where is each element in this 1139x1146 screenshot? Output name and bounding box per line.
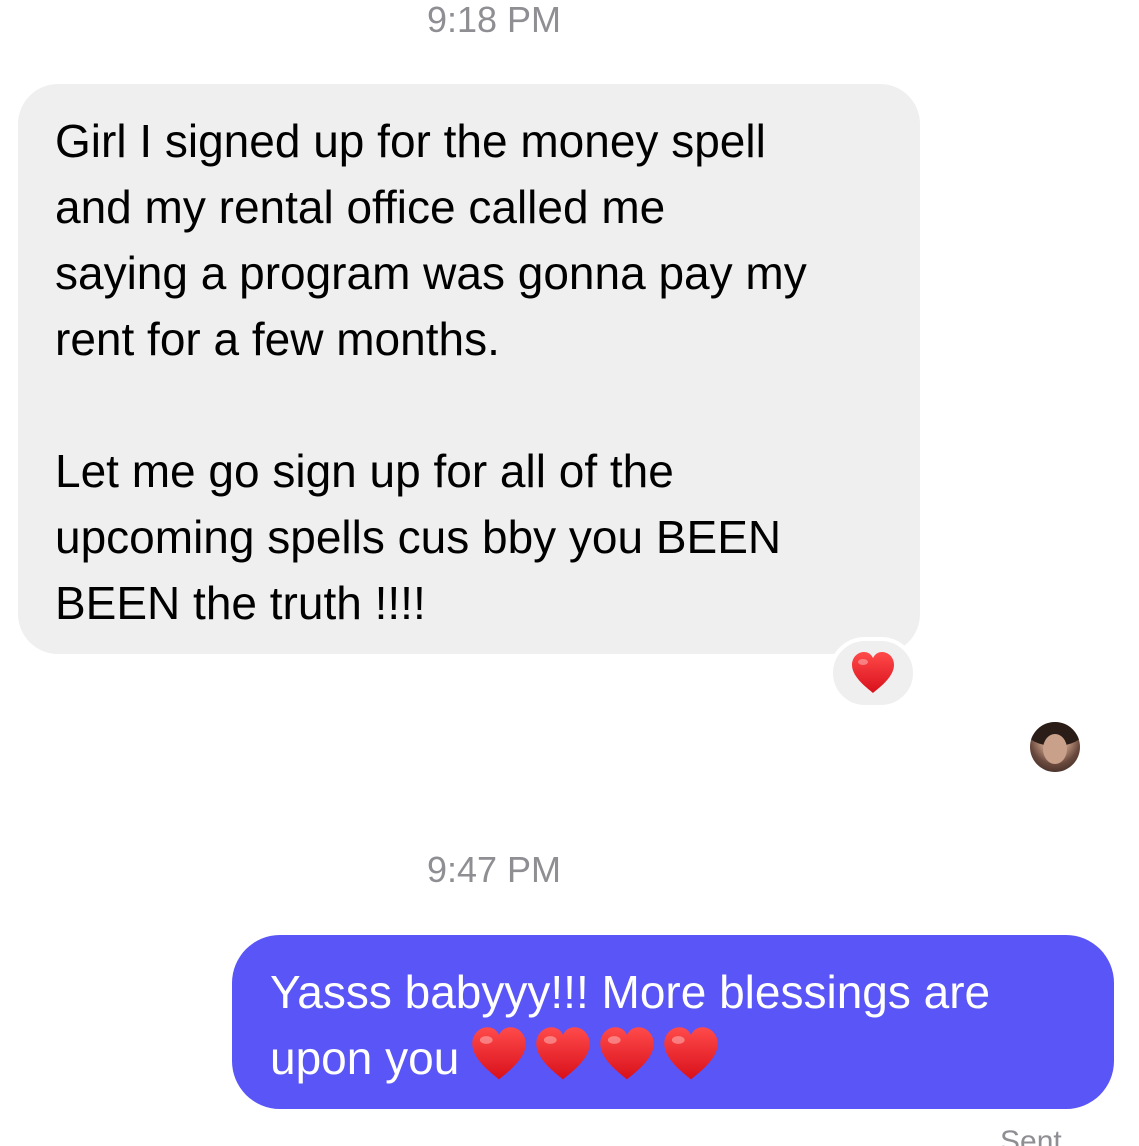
contact-avatar[interactable] (1030, 722, 1080, 772)
heart-icon (852, 652, 894, 693)
outgoing-message-bubble[interactable]: Yasss babyyy!!! More blessings are upon … (232, 935, 1114, 1109)
heart-icon (536, 1027, 591, 1080)
heart-reaction-badge[interactable] (829, 637, 917, 709)
timestamp: 9:47 PM (426, 849, 562, 890)
heart-icon (664, 1027, 719, 1080)
timestamp: 9:18 PM (426, 0, 562, 40)
message-paragraph: Girl I signed up for the money spell and… (55, 115, 807, 365)
heart-emoji-group (469, 1026, 725, 1099)
delivery-status: Sent (1000, 1125, 1062, 1146)
incoming-message-bubble[interactable]: Girl I signed up for the money spell and… (18, 84, 920, 654)
message-line-2: upon you (270, 1025, 1094, 1099)
chat-view: 9:18 PM Girl I signed up for the money s… (0, 0, 1139, 1146)
message-text: upon you (270, 1032, 460, 1084)
message-paragraph: Let me go sign up for all of the upcomin… (55, 445, 782, 629)
heart-icon (600, 1027, 655, 1080)
message-line: Yasss babyyy!!! More blessings are (270, 966, 991, 1018)
heart-icon (472, 1027, 527, 1080)
